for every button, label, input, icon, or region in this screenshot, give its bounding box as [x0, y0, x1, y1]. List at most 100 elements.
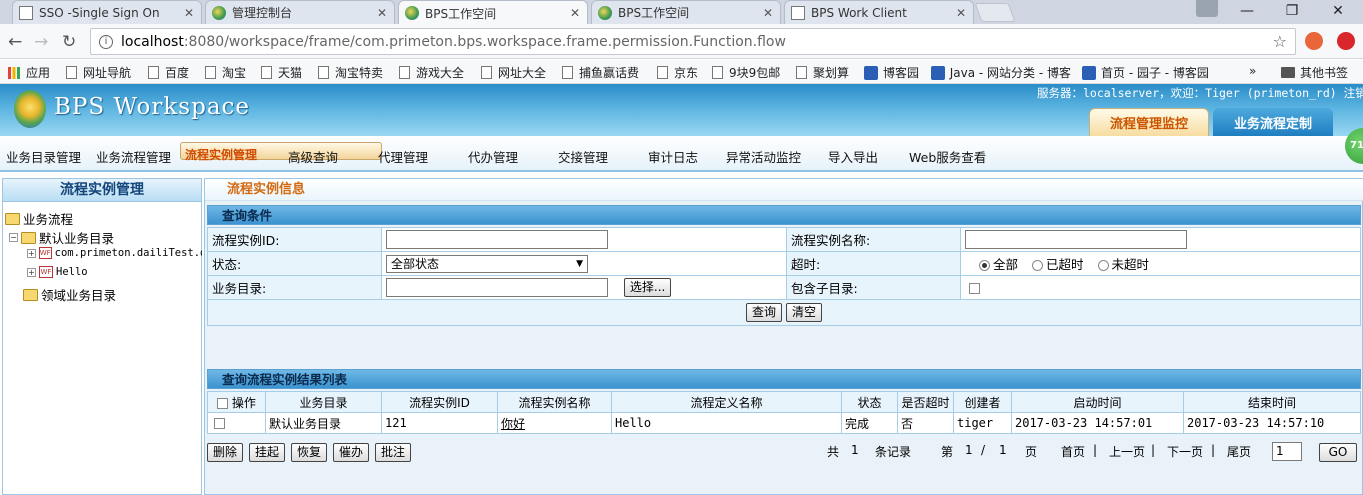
bookmark-item[interactable]: 天猫	[261, 64, 302, 81]
bookmark-item[interactable]: 网址导航	[66, 64, 131, 81]
col-header-id: 流程实例ID	[381, 391, 498, 413]
bookmark-item[interactable]: 淘宝	[205, 64, 246, 81]
url-input[interactable]: i localhost:8080/workspace/frame/com.pri…	[90, 28, 1296, 55]
logout-link[interactable]: 注销	[1344, 86, 1363, 100]
close-icon[interactable]: ✕	[570, 6, 580, 20]
instance-id-input[interactable]	[386, 230, 608, 249]
tree-node-root[interactable]: 业务流程	[5, 209, 73, 228]
pager-last-link[interactable]: 尾页	[1227, 443, 1251, 460]
menu-web-service[interactable]: Web服务查看	[909, 147, 986, 166]
include-sub-checkbox[interactable]	[969, 283, 980, 294]
menu-agent-management[interactable]: 代理管理	[378, 147, 428, 166]
browser-tab-workspace-active[interactable]: BPS工作空间 ✕	[398, 0, 588, 25]
extension-icon[interactable]	[1305, 32, 1323, 50]
row-timeout: 否	[897, 412, 954, 434]
menu-exception-monitor[interactable]: 异常活动监控	[726, 147, 801, 166]
tab-process-customize[interactable]: 业务流程定制	[1213, 108, 1333, 136]
delete-button[interactable]: 删除	[207, 443, 244, 462]
business-dir-input[interactable]	[386, 278, 608, 297]
state-select[interactable]: 全部状态 ▼	[386, 254, 588, 273]
timeout-yes-radio[interactable]	[1032, 260, 1043, 271]
timeout-no-radio[interactable]	[1097, 260, 1109, 271]
go-button[interactable]: GO	[1319, 443, 1357, 462]
expand-icon[interactable]: +	[27, 267, 36, 277]
page-number-input[interactable]: 1	[1272, 442, 1302, 461]
resume-button[interactable]: 恢复	[291, 443, 328, 462]
tree-node-flow[interactable]: + WF com.primeton.dailiTest.d	[27, 247, 202, 259]
profile-icon[interactable]	[1196, 0, 1218, 17]
bookmark-item[interactable]: 博客园	[864, 64, 919, 81]
back-arrow-icon[interactable]: ←	[8, 32, 22, 52]
menu-handover-management[interactable]: 交接管理	[558, 147, 608, 166]
bookmark-item[interactable]: 京东	[657, 64, 698, 81]
bookmark-apps[interactable]: 应用	[8, 64, 50, 81]
instance-id-label: 流程实例ID:	[207, 227, 382, 252]
bookmark-item[interactable]: 游戏大全	[399, 64, 464, 81]
pager-prev-link[interactable]: 上一页	[1109, 443, 1145, 460]
menu-business-directory[interactable]: 业务目录管理	[6, 147, 81, 166]
bookmarks-overflow-button[interactable]: »	[1249, 64, 1256, 78]
menu-process-instance[interactable]: 流程实例管理	[180, 142, 382, 162]
urge-button[interactable]: 催办	[333, 443, 370, 462]
bookmark-label: 首页 - 园子 - 博客园	[1101, 66, 1209, 80]
row-start-time: 2017-03-23 14:57:01	[1011, 412, 1184, 434]
row-checkbox[interactable]	[214, 418, 225, 429]
bookmark-item[interactable]: 聚划算	[796, 64, 849, 81]
close-icon[interactable]: ✕	[184, 6, 194, 20]
bookmark-item[interactable]: 网址大全	[481, 64, 546, 81]
bookmark-item[interactable]: Java - 网站分类 - 博客	[931, 64, 1071, 81]
menu-audit-log[interactable]: 审计日志	[648, 147, 698, 166]
pager-next-link[interactable]: 下一页	[1167, 443, 1203, 460]
window-close-icon[interactable]: ✕	[1316, 0, 1360, 22]
suspend-button[interactable]: 挂起	[249, 443, 286, 462]
close-icon[interactable]: ✕	[377, 6, 387, 20]
close-icon[interactable]: ✕	[956, 6, 966, 20]
server-welcome-text: 服务器：localserver，欢迎：Tiger (primeton_rd)	[1037, 86, 1344, 100]
expand-icon[interactable]: +	[27, 248, 36, 258]
clear-button[interactable]: 清空	[785, 303, 822, 322]
tree-node-flow[interactable]: + WF Hello	[27, 266, 88, 278]
bookmark-item[interactable]: 淘宝特卖	[318, 64, 383, 81]
other-bookmarks-folder[interactable]: 其他书签	[1281, 64, 1348, 81]
close-icon[interactable]: ✕	[763, 6, 773, 20]
instance-name-input[interactable]	[965, 230, 1187, 249]
choose-dir-button[interactable]: 选择...	[623, 278, 672, 297]
browser-tab-sso[interactable]: SSO -Single Sign On ✕	[12, 0, 202, 24]
folder-icon	[23, 288, 38, 301]
bookmark-star-icon[interactable]: ☆	[1273, 32, 1287, 51]
folder-icon	[21, 231, 36, 244]
annotate-button[interactable]: 批注	[375, 443, 412, 462]
bps-icon	[212, 5, 226, 20]
pager-first-link[interactable]: 首页	[1061, 443, 1085, 460]
menu-business-process[interactable]: 业务流程管理	[96, 147, 171, 166]
bookmark-item[interactable]: 9块9包邮	[712, 64, 780, 81]
menu-delegate-management[interactable]: 代办管理	[468, 147, 518, 166]
bookmark-item[interactable]: 捕鱼赢话费	[562, 64, 639, 81]
browser-tab-work-client[interactable]: BPS Work Client ✕	[784, 0, 974, 24]
browser-tab-console[interactable]: 管理控制台 ✕	[205, 0, 395, 24]
query-button[interactable]: 查询	[745, 303, 782, 322]
reload-icon[interactable]: ↻	[62, 32, 76, 52]
minimize-icon[interactable]: —	[1225, 0, 1269, 22]
menu-import-export[interactable]: 导入导出	[828, 147, 878, 166]
new-tab-button[interactable]	[974, 3, 1016, 22]
browser-tab-workspace[interactable]: BPS工作空间 ✕	[591, 0, 781, 24]
info-icon[interactable]: i	[99, 34, 113, 49]
tree-node-default-dir[interactable]: − 默认业务目录	[9, 228, 114, 247]
bookmark-item[interactable]: 百度	[148, 64, 189, 81]
maximize-icon[interactable]: ❐	[1270, 0, 1314, 22]
forward-arrow-icon[interactable]: →	[34, 32, 48, 52]
col-header-end: 结束时间	[1183, 391, 1361, 413]
tab-process-monitor[interactable]: 流程管理监控	[1089, 108, 1209, 136]
bookmark-item[interactable]: 首页 - 园子 - 博客园	[1082, 64, 1209, 81]
extension-icon[interactable]	[1337, 32, 1355, 50]
collapse-icon[interactable]: −	[9, 233, 18, 242]
tree-node-domain-dir[interactable]: 领域业务目录	[23, 285, 116, 304]
menu-advanced-query[interactable]: 高级查询	[288, 147, 338, 166]
timeout-all-radio[interactable]	[979, 260, 990, 271]
query-button-row: 查询 清空	[207, 299, 1361, 326]
select-all-checkbox[interactable]	[217, 397, 229, 409]
row-name-link[interactable]: 你好	[497, 412, 612, 434]
page-icon	[205, 66, 216, 79]
page-title: 流程实例信息	[205, 179, 1363, 201]
